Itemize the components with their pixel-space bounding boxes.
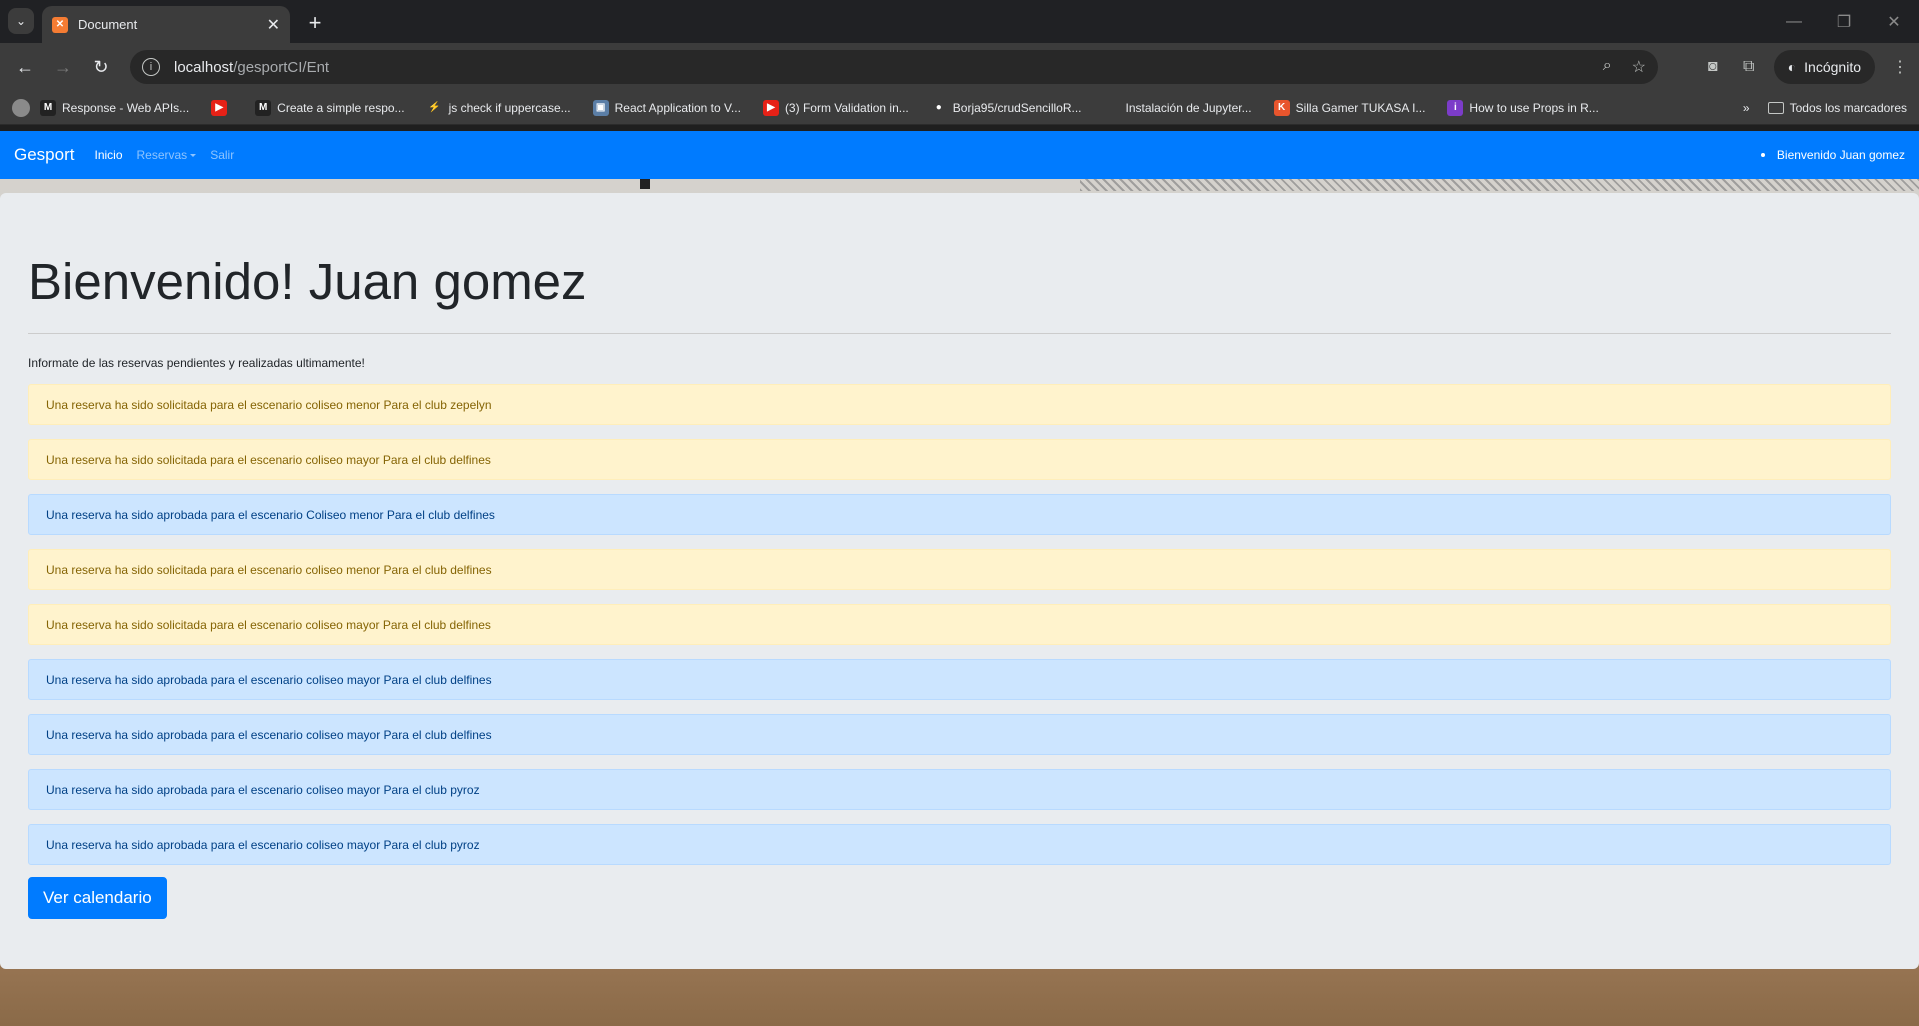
bookmark-favicon-icon: M <box>40 99 56 116</box>
tab-title: Document <box>78 17 138 32</box>
bookmark-label: Create a simple respo... <box>277 100 405 115</box>
lead-text: Informate de las reservas pendientes y r… <box>28 356 365 370</box>
site-info-icon[interactable]: i <box>142 58 160 76</box>
all-bookmarks[interactable]: Todos los marcadores <box>1767 101 1907 115</box>
alert-warning: Una reserva ha sido solicitada para el e… <box>28 549 1891 590</box>
camera-icon[interactable]: ◙ <box>1702 58 1724 76</box>
caret-down-icon <box>190 154 197 158</box>
browser-tabstrip: ⌄ ✕ Document ✕ + — ❐ ✕ <box>0 0 1919 43</box>
extensions-icon[interactable]: ⧉ <box>1738 58 1760 76</box>
page-title: Bienvenido! Juan gomez <box>28 253 587 310</box>
bookmark-favicon-icon: ▣ <box>592 99 609 116</box>
alert-warning: Una reserva ha sido solicitada para el e… <box>28 384 1891 425</box>
bookmark-favicon-icon: M <box>255 99 272 116</box>
bookmark-favicon-icon: ● <box>930 99 947 116</box>
bookmark-label: js check if uppercase... <box>448 100 571 115</box>
browser-tab[interactable]: ✕ Document ✕ <box>42 6 290 43</box>
bookmark-item[interactable]: ▣ React Application to V... <box>592 99 741 116</box>
restore-icon[interactable]: ❐ <box>1819 0 1869 43</box>
bookmark-favicon-icon: ▶ <box>211 99 228 116</box>
navbar-brand[interactable]: Gesport <box>14 145 74 165</box>
bookmark-favicon-icon: ▶ <box>762 99 779 116</box>
incognito-icon: ◐ <box>1787 59 1797 75</box>
all-bookmarks-label: Todos los marcadores <box>1789 101 1907 115</box>
background-fence <box>1080 179 1919 191</box>
jumbotron: Bienvenido! Juan gomez Informate de las … <box>0 193 1919 969</box>
folder-icon <box>1767 102 1784 114</box>
new-tab-icon[interactable]: + <box>302 10 328 36</box>
bookmark-item[interactable]: ● Borja95/crudSencilloR... <box>930 99 1082 116</box>
bookmark-item[interactable]: ▶ (3) Form Validation in... <box>762 99 909 116</box>
more-bookmarks-icon[interactable]: » <box>1743 101 1750 115</box>
zoom-icon[interactable]: ⌕ <box>1603 57 1612 77</box>
tab-close-icon[interactable]: ✕ <box>267 15 280 35</box>
bookmark-item[interactable]: M Response - Web APIs... <box>40 99 190 116</box>
bookmark-item[interactable]: K Silla Gamer TUKASA I... <box>1273 99 1426 116</box>
nav-welcome: Bienvenido Juan gomez <box>1776 148 1905 162</box>
alert-info: Una reserva ha sido aprobada para el esc… <box>28 494 1891 535</box>
tab-search-icon[interactable]: ⌄ <box>8 8 34 34</box>
background-photo <box>640 179 650 189</box>
browser-toolbar: ← → ↻ i localhost/gesportCI/Ent ⌕ ☆ ◙ ⧉ … <box>0 43 1919 91</box>
page-viewport: Gesport Inicio Reservas Salir Bienvenido… <box>0 131 1919 1026</box>
bookmark-label: Silla Gamer TUKASA I... <box>1295 100 1426 115</box>
nav-inicio[interactable]: Inicio <box>94 148 122 162</box>
url-path: /gesportCI/Ent <box>233 58 330 76</box>
bookmark-favicon-icon: K <box>1273 99 1290 116</box>
alerts-list: Una reserva ha sido solicitada para el e… <box>28 384 1891 865</box>
bookmark-label: Instalación de Jupyter... <box>1125 100 1252 115</box>
divider <box>28 333 1891 334</box>
nav-salir[interactable]: Salir <box>210 148 234 162</box>
bookmark-item[interactable]: i How to use Props in R... <box>1447 99 1599 116</box>
bookmark-star-icon[interactable]: ☆ <box>1632 57 1646 77</box>
minimize-icon[interactable]: — <box>1769 0 1819 43</box>
xampp-favicon-icon: ✕ <box>52 16 68 33</box>
window-controls: — ❐ ✕ <box>1769 0 1919 43</box>
alert-info: Una reserva ha sido aprobada para el esc… <box>28 714 1891 755</box>
address-bar[interactable]: i localhost/gesportCI/Ent ⌕ ☆ <box>130 50 1658 84</box>
back-icon[interactable]: ← <box>8 50 42 84</box>
close-window-icon[interactable]: ✕ <box>1869 0 1919 43</box>
alert-warning: Una reserva ha sido solicitada para el e… <box>28 439 1891 480</box>
bookmark-label: (3) Form Validation in... <box>784 100 909 115</box>
alert-info: Una reserva ha sido aprobada para el esc… <box>28 769 1891 810</box>
alert-info: Una reserva ha sido aprobada para el esc… <box>28 659 1891 700</box>
bookmark-item[interactable]: Instalación de Jupyter... <box>1103 99 1252 116</box>
globe-icon[interactable] <box>12 98 30 117</box>
bookmark-label: React Application to V... <box>614 100 741 115</box>
bookmark-favicon-icon <box>1103 99 1120 116</box>
incognito-label: Incógnito <box>1804 59 1861 75</box>
bookmark-label: Borja95/crudSencilloR... <box>952 100 1082 115</box>
bookmark-item[interactable]: M Create a simple respo... <box>255 99 405 116</box>
bookmark-favicon-icon: ⚡ <box>426 99 443 116</box>
ver-calendario-button[interactable]: Ver calendario <box>28 877 167 919</box>
bookmark-item[interactable]: ▶ <box>211 99 233 116</box>
alert-warning: Una reserva ha sido solicitada para el e… <box>28 604 1891 645</box>
bookmark-label: Response - Web APIs... <box>62 100 190 115</box>
bookmark-favicon-icon: i <box>1447 99 1464 116</box>
site-navbar: Gesport Inicio Reservas Salir Bienvenido… <box>0 131 1919 179</box>
alert-info: Una reserva ha sido aprobada para el esc… <box>28 824 1891 865</box>
bookmark-item[interactable]: ⚡ js check if uppercase... <box>426 99 571 116</box>
bullet-icon <box>1760 153 1765 157</box>
bookmark-label: How to use Props in R... <box>1469 100 1599 115</box>
incognito-badge[interactable]: ◐ Incógnito <box>1773 50 1875 84</box>
forward-icon[interactable]: → <box>46 50 80 84</box>
bookmarks-bar: M Response - Web APIs... ▶ M Create a simple… <box>0 91 1919 125</box>
nav-reservas-dropdown[interactable]: Reservas <box>137 148 197 162</box>
menu-kebab-icon[interactable]: ⋮ <box>1889 57 1911 77</box>
nav-reservas-label: Reservas <box>136 148 188 162</box>
reload-icon[interactable]: ↻ <box>84 50 118 84</box>
url-host: localhost <box>174 58 234 76</box>
